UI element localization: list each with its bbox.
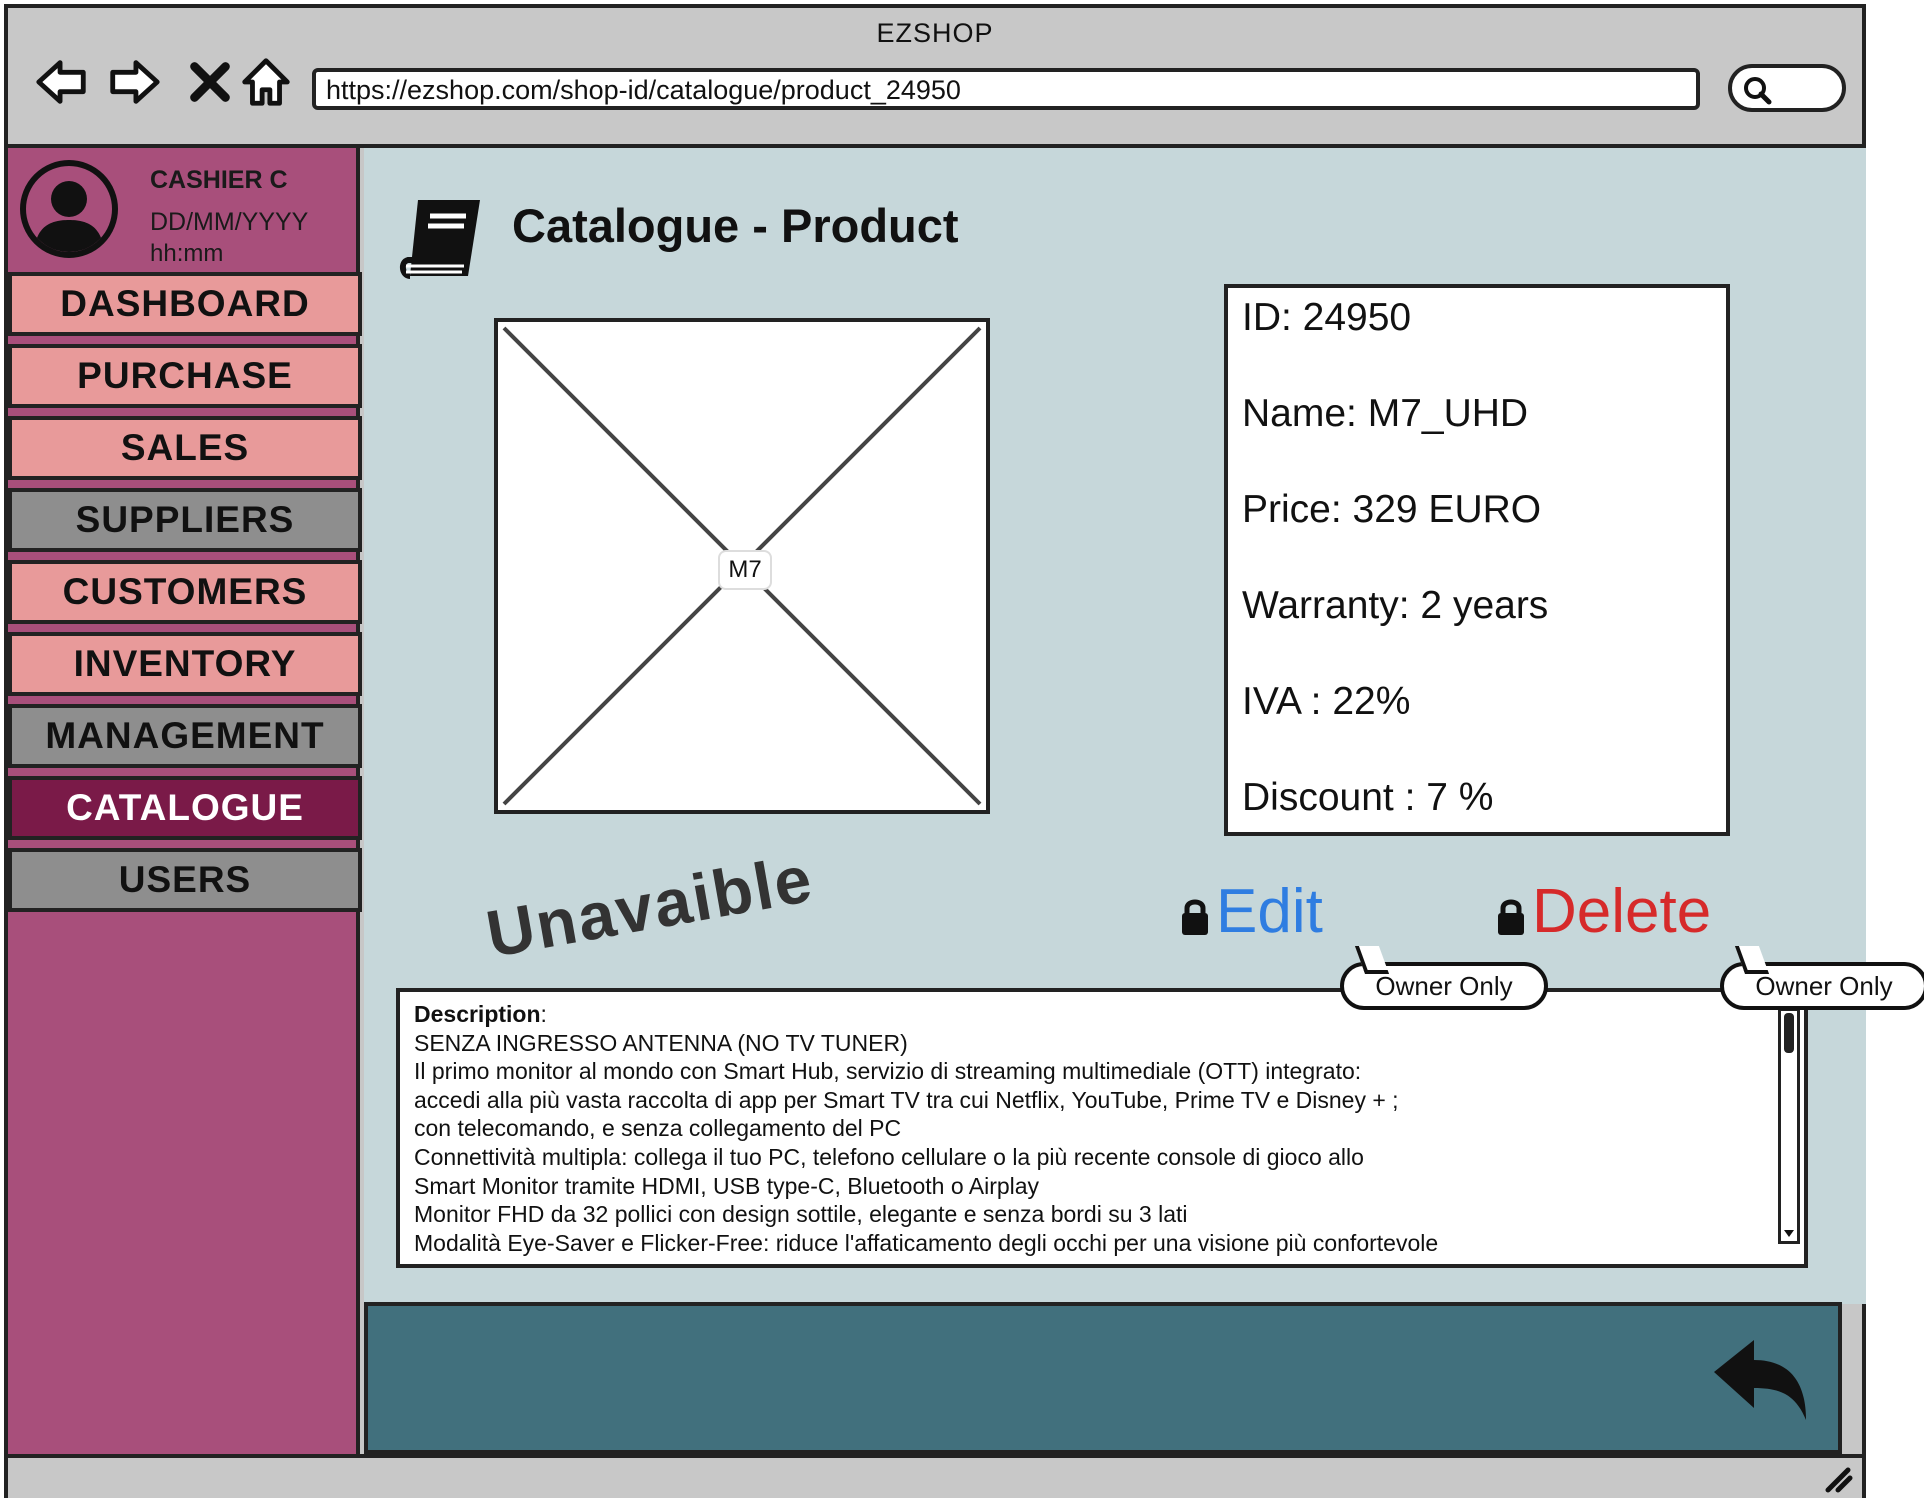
description-line: SENZA INGRESSO ANTENNA (NO TV TUNER)	[414, 1029, 908, 1056]
stop-button[interactable]	[180, 52, 240, 112]
footer-bar	[364, 1302, 1842, 1454]
product-image-placeholder: M7	[494, 318, 990, 814]
description-scrollbar[interactable]	[1778, 1008, 1800, 1244]
home-icon	[242, 58, 290, 106]
lock-icon	[1182, 899, 1208, 935]
user-avatar-icon	[34, 181, 104, 252]
edit-label: Edit	[1216, 877, 1323, 946]
description-line: accedi alla più vasta raccolta di app pe…	[414, 1086, 1399, 1113]
window-title: EZSHOP	[876, 18, 994, 48]
delete-owner-only-tooltip: Owner Only	[1720, 962, 1924, 1010]
arrow-left-icon	[36, 60, 86, 104]
sidebar-item-management[interactable]: MANAGEMENT	[8, 704, 362, 768]
product-iva: IVA : 22%	[1242, 680, 1411, 723]
sidebar: CASHIER C DD/MM/YYYY hh:mm DASHBOARD PUR…	[8, 148, 362, 1454]
sidebar-item-suppliers[interactable]: SUPPLIERS	[8, 488, 362, 552]
description-line: con telecomando, e senza collegamento de…	[414, 1115, 902, 1142]
page-title: Catalogue - Product	[512, 199, 959, 252]
sidebar-item-customers[interactable]: CUSTOMERS	[8, 560, 362, 624]
description-line: Modalità Eye-Saver e Flicker-Free: riduc…	[414, 1229, 1439, 1256]
back-button[interactable]	[32, 52, 92, 112]
availability-status: Unavaible	[480, 840, 819, 972]
user-time: hh:mm	[150, 240, 224, 267]
description-heading-colon: :	[540, 1001, 547, 1027]
lock-icon	[1498, 899, 1524, 935]
edit-button[interactable]: Edit	[1180, 876, 1323, 947]
sidebar-item-dashboard[interactable]: DASHBOARD	[8, 272, 362, 336]
description-line: Monitor FHD da 32 pollici con design sot…	[414, 1201, 1188, 1228]
book-icon	[400, 200, 480, 279]
image-placeholder-label: M7	[718, 550, 772, 590]
browser-toolbar: EZSHOP https://ezshop.com/shop-id/catalo…	[8, 8, 1862, 148]
scrollbar-thumb[interactable]	[1784, 1013, 1794, 1053]
url-input[interactable]: https://ezshop.com/shop-id/catalogue/pro…	[312, 68, 1700, 110]
user-profile: CASHIER C DD/MM/YYYY hh:mm	[8, 148, 360, 270]
close-icon	[190, 62, 230, 102]
product-info-panel: ID: 24950 Name: M7_UHD Price: 329 EURO W…	[1224, 284, 1730, 836]
undo-arrow-icon[interactable]	[1710, 1334, 1810, 1430]
user-name: CASHIER C	[150, 166, 288, 194]
product-discount: Discount : 7 %	[1242, 776, 1494, 819]
arrow-right-icon	[110, 60, 160, 104]
description-line: Smart Monitor tramite HDMI, USB type-C, …	[414, 1172, 1040, 1199]
browser-window: EZSHOP https://ezshop.com/shop-id/catalo…	[4, 4, 1924, 1498]
description-line: Il primo monitor al mondo con Smart Hub,…	[414, 1058, 1362, 1085]
sidebar-item-users[interactable]: USERS	[8, 848, 362, 912]
product-name: Name: M7_UHD	[1242, 392, 1529, 435]
avatar	[20, 160, 118, 258]
edit-owner-only-tooltip: Owner Only	[1340, 962, 1548, 1010]
home-button[interactable]	[236, 52, 296, 112]
status-bar	[8, 1454, 1862, 1498]
forward-button[interactable]	[104, 52, 164, 112]
sidebar-item-catalogue[interactable]: CATALOGUE	[8, 776, 362, 840]
chevron-down-icon[interactable]	[1783, 1227, 1795, 1239]
description-line: Connettività multipla: collega il tuo PC…	[414, 1143, 1364, 1170]
delete-label: Delete	[1532, 877, 1712, 946]
resize-grip-icon[interactable]	[1822, 1464, 1854, 1494]
sidebar-item-sales[interactable]: SALES	[8, 416, 362, 480]
search-field[interactable]	[1728, 64, 1846, 112]
user-date: DD/MM/YYYY	[150, 208, 309, 236]
product-price: Price: 329 EURO	[1242, 488, 1542, 531]
search-icon	[1744, 77, 1772, 105]
delete-button[interactable]: Delete	[1496, 876, 1711, 947]
sidebar-item-purchase[interactable]: PURCHASE	[8, 344, 362, 408]
product-warranty: Warranty: 2 years	[1242, 584, 1549, 627]
description-panel[interactable]: Description: SENZA INGRESSO ANTENNA (NO …	[396, 988, 1808, 1268]
sidebar-item-inventory[interactable]: INVENTORY	[8, 632, 362, 696]
main-content: Catalogue - Product M7 ID: 24950 Name: M…	[364, 148, 1924, 1454]
product-id: ID: 24950	[1242, 296, 1412, 339]
description-heading: Description	[414, 1001, 541, 1027]
